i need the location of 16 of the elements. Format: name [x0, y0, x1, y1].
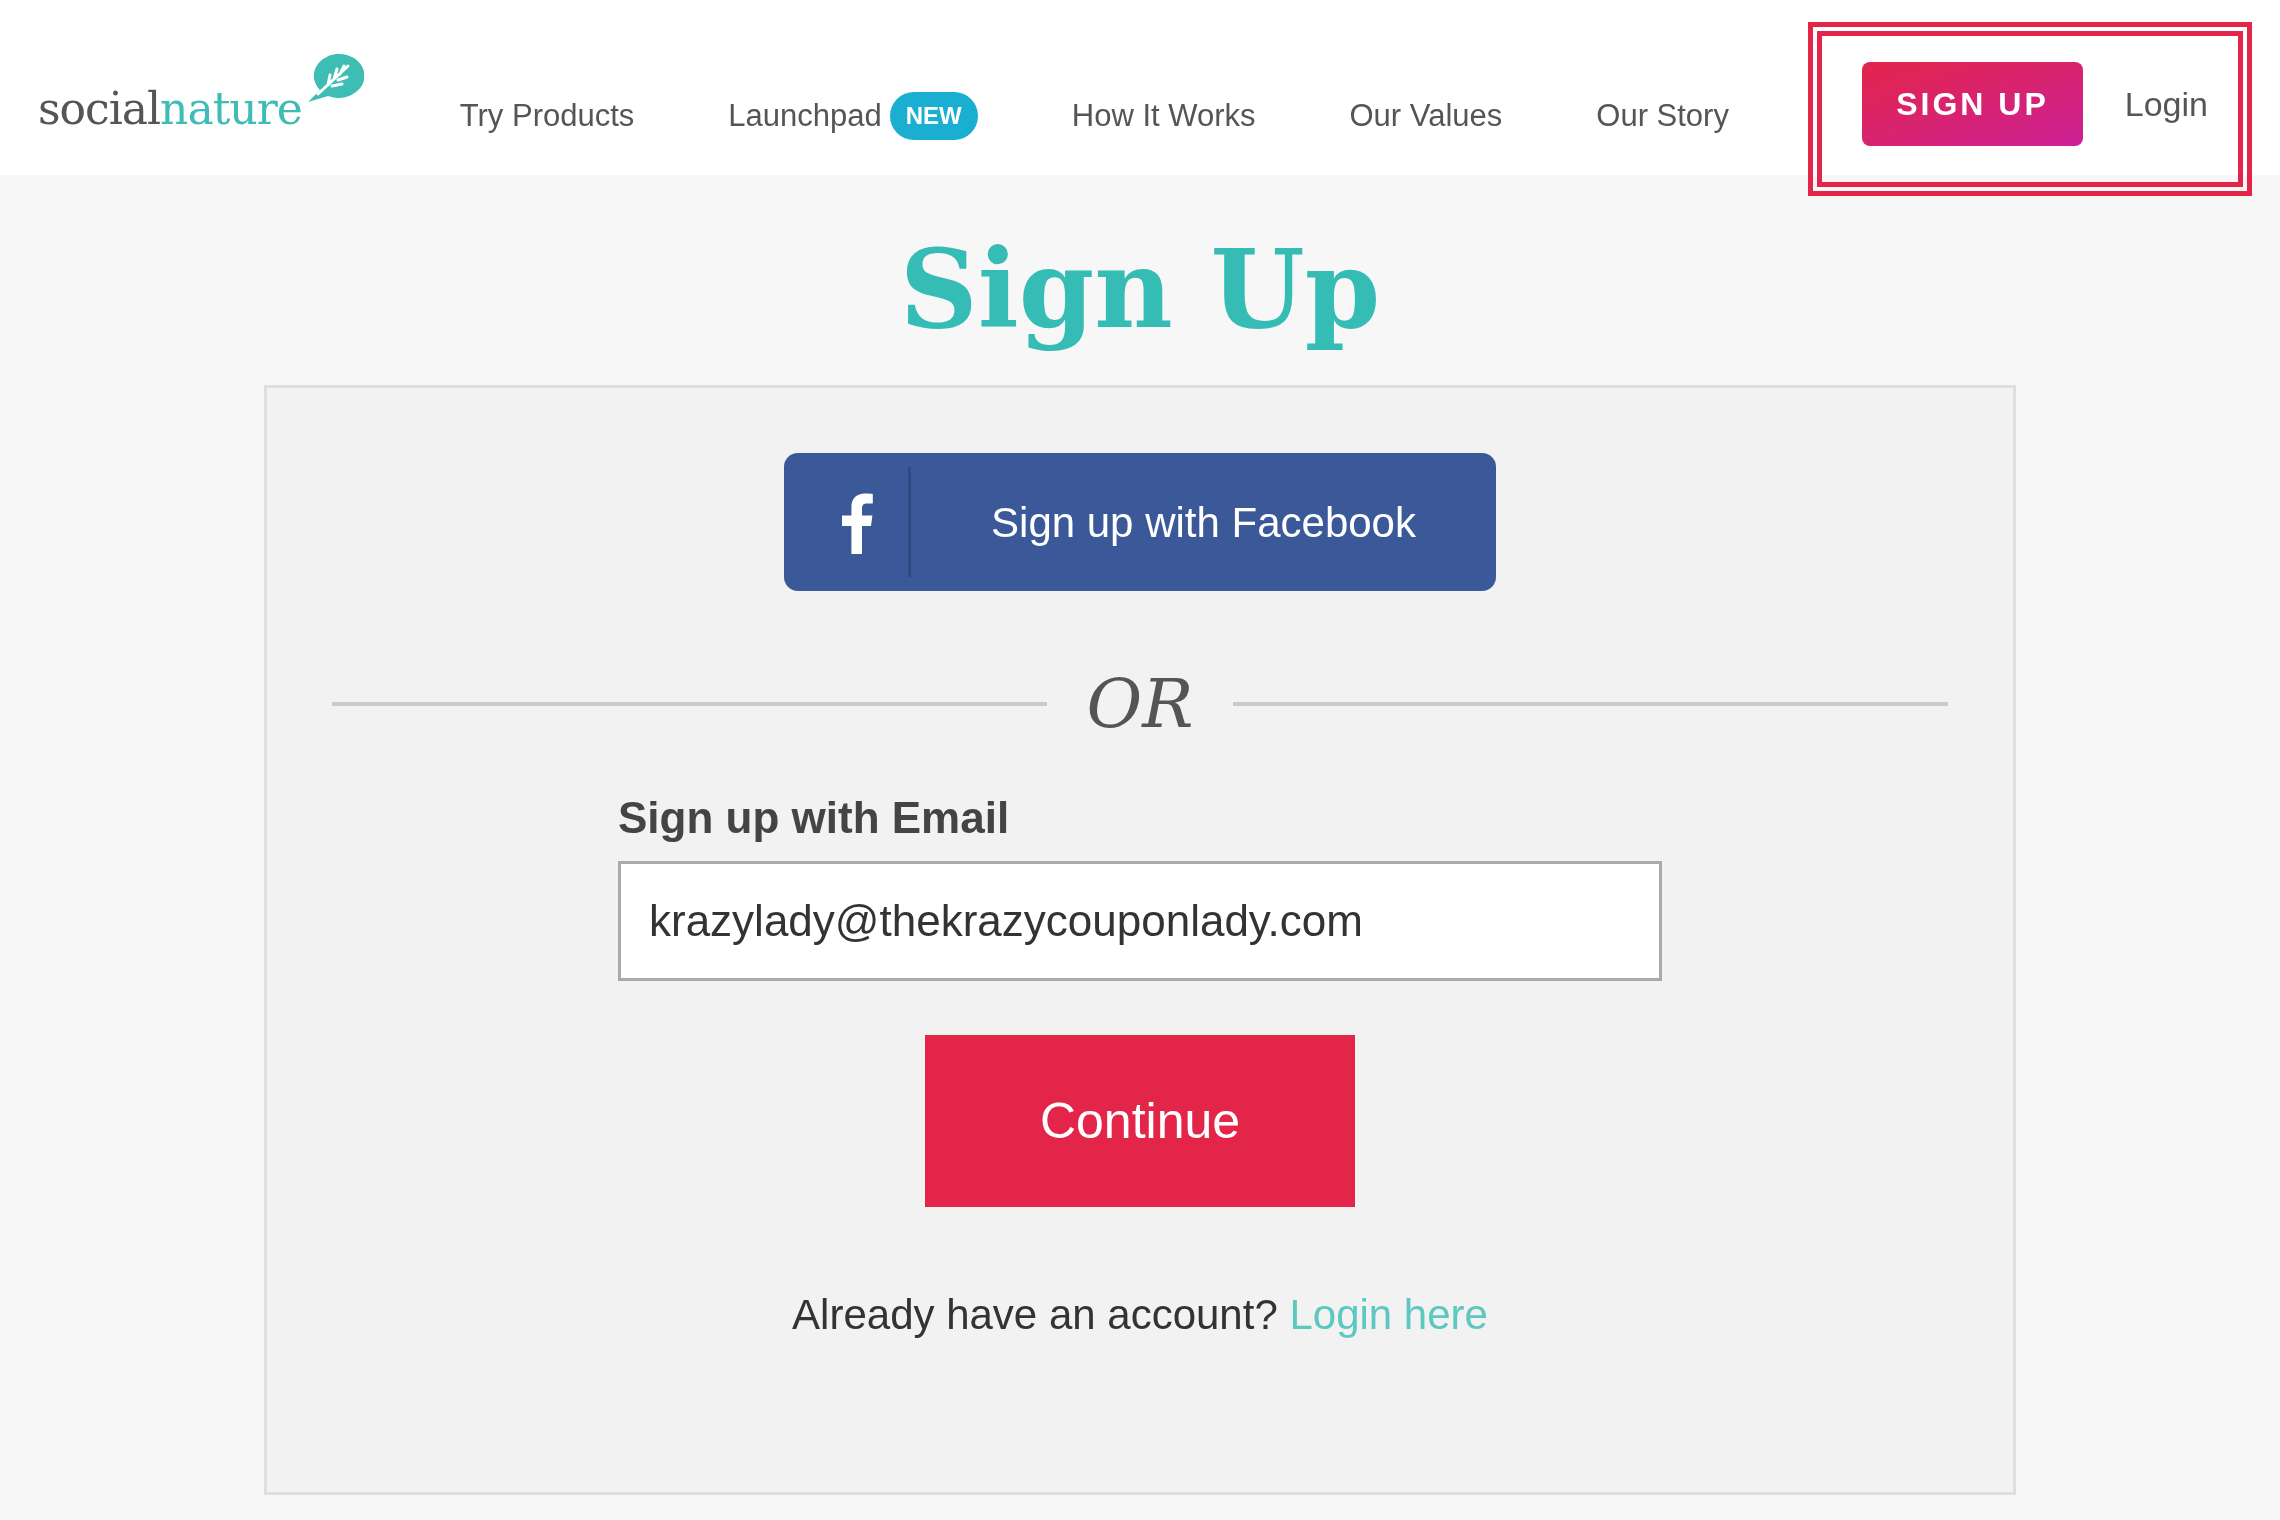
- nav-link[interactable]: Launchpad: [728, 92, 882, 140]
- nav-link[interactable]: How It Works: [1071, 92, 1256, 140]
- page-title: Sign Up: [898, 225, 1382, 354]
- nav-link[interactable]: Try Products: [459, 92, 635, 140]
- sign-up-button[interactable]: SIGN UP: [1862, 62, 2083, 146]
- login-link[interactable]: Login: [2124, 78, 2208, 130]
- login-prompt: Already have an account? Login here: [791, 1290, 1489, 1341]
- field-label: Sign up with Email: [618, 792, 1011, 845]
- continue-button[interactable]: Continue: [925, 1035, 1355, 1208]
- new-badge: NEW: [889, 92, 978, 140]
- email-field[interactable]: krazylady@thekrazycouponlady.com: [618, 861, 1662, 982]
- logo[interactable]: socialnature: [38, 52, 364, 142]
- nav-link[interactable]: Our Story: [1596, 92, 1729, 140]
- facebook-button[interactable]: Sign up with Facebook: [784, 453, 1496, 592]
- nav-link[interactable]: Our Values: [1349, 92, 1503, 140]
- divider-label: OR: [1085, 663, 1195, 746]
